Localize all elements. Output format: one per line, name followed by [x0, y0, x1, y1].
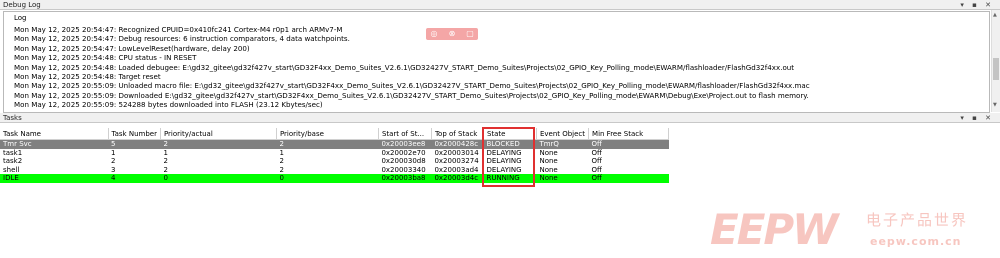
state-column-highlight: [482, 127, 535, 187]
column-header[interactable]: Event Object: [536, 128, 590, 140]
close-circle-icon[interactable]: ⊗: [446, 28, 458, 40]
table-cell: Off: [591, 157, 602, 166]
log-line: Mon May 12, 2025 20:55:09: Downloaded E:…: [14, 90, 809, 100]
column-header[interactable]: Top of Stack: [431, 128, 484, 140]
scroll-up-icon[interactable]: ▲: [993, 12, 997, 18]
tasks-title: Tasks: [3, 114, 22, 122]
tasks-window-buttons[interactable]: ▾ ▪ ✕: [960, 114, 994, 122]
square-icon[interactable]: ▢: [464, 28, 476, 40]
table-cell: 0: [160, 174, 277, 183]
table-cell: IDLE: [0, 174, 108, 183]
column-header[interactable]: Task Name: [0, 128, 109, 140]
log-output-area[interactable]: Log Mon May 12, 2025 20:54:47: Recognize…: [3, 11, 990, 113]
table-cell: 0x20003d4c: [431, 174, 484, 183]
table-cell: 4: [108, 174, 161, 183]
table-cell: Off: [588, 139, 669, 149]
log-lines: Mon May 12, 2025 20:54:47: Recognized CP…: [14, 25, 810, 110]
table-cell: task2: [3, 157, 23, 166]
table-cell: None: [539, 165, 558, 174]
table-cell: 0x20003ee8: [378, 139, 432, 149]
column-header[interactable]: Min Free Stack: [588, 128, 670, 140]
table-cell: 1: [279, 148, 284, 157]
floating-toolbar[interactable]: ◎ ⊗ ▢: [426, 28, 478, 40]
tasks-titlebar: Tasks ▾ ▪ ✕: [0, 113, 1000, 123]
table-cell: 0x20003274: [434, 157, 479, 166]
log-line: Mon May 12, 2025 20:54:48: Loaded debuge…: [14, 62, 795, 72]
table-cell: 5: [108, 139, 161, 149]
log-line: Mon May 12, 2025 20:54:47: LowLevelReset…: [14, 43, 250, 53]
watermark-brand: EEPW: [710, 205, 838, 254]
table-cell: Off: [588, 174, 669, 183]
table-cell: 0x20002e70: [381, 148, 426, 157]
table-cell: 2: [163, 165, 168, 174]
column-header[interactable]: Priority/actual: [160, 128, 277, 140]
circle-icon[interactable]: ◎: [428, 28, 440, 40]
scroll-down-icon[interactable]: ▼: [993, 102, 997, 108]
table-cell: 2: [276, 139, 379, 149]
column-header[interactable]: Priority/base: [276, 128, 379, 140]
table-cell: 0x2000428c: [431, 139, 484, 149]
table-cell: 1: [163, 148, 168, 157]
tasks-header-row: Task Name Task Number Priority/actual Prior…: [0, 128, 670, 140]
table-cell: 2: [163, 157, 168, 166]
table-cell: 2: [111, 157, 116, 166]
table-row[interactable]: shell 3 2 2 0x20003340 0x20003ad4 DELAYING None…: [0, 166, 669, 175]
table-cell: 0x20003014: [434, 148, 479, 157]
debug-log-window-buttons[interactable]: ▾ ▪ ✕: [960, 1, 994, 9]
log-line: Mon May 12, 2025 20:54:47: Debug resourc…: [14, 34, 350, 44]
log-line: Mon May 12, 2025 20:54:48: Target reset: [14, 71, 161, 81]
table-row[interactable]: Tmr Svc 5 2 2 0x20003ee8 0x2000428c BLOCKED Tmr…: [0, 139, 669, 149]
log-column-header: Log: [14, 14, 27, 22]
watermark-url: eepw.com.cn: [870, 235, 962, 248]
table-cell: 0x20003ba8: [378, 174, 432, 183]
table-cell: 0x20003340: [381, 165, 426, 174]
watermark-cn: 电子产品世界: [866, 211, 969, 229]
table-row[interactable]: task2 2 2 2 0x200030d8 0x20003274 DELAYING None…: [0, 157, 669, 166]
table-cell: None: [536, 174, 589, 183]
column-header[interactable]: Start of St...: [378, 128, 432, 140]
tasks-table: Task Name Task Number Priority/actual Prior…: [0, 128, 670, 183]
table-cell: 0x20003ad4: [434, 165, 479, 174]
table-cell: 0: [276, 174, 379, 183]
log-line: Mon May 12, 2025 20:54:48: CPU status - …: [14, 53, 197, 63]
debug-log-titlebar: Debug Log ▾ ▪ ✕: [0, 0, 1000, 10]
eepw-watermark-logo: EEPW 电子产品世界 eepw.com.cn: [710, 205, 1000, 257]
scroll-thumb[interactable]: [993, 58, 999, 80]
table-cell: Off: [591, 165, 602, 174]
log-vertical-scrollbar[interactable]: ▲ ▼: [991, 10, 1000, 112]
table-cell: 0x200030d8: [381, 157, 426, 166]
log-line: Mon May 12, 2025 20:55:09: 524288 bytes …: [14, 100, 323, 110]
table-row[interactable]: IDLE 4 0 0 0x20003ba8 0x20003d4c RUNNING None Of…: [0, 174, 669, 183]
table-cell: Tmr Svc: [0, 139, 108, 149]
table-cell: None: [539, 157, 558, 166]
debug-log-panel: Log Mon May 12, 2025 20:54:47: Recognize…: [0, 10, 1000, 113]
table-cell: shell: [3, 165, 20, 174]
column-header[interactable]: Task Number: [108, 128, 161, 140]
table-cell: TmrQ: [536, 139, 589, 149]
table-cell: 2: [279, 157, 284, 166]
table-cell: task1: [3, 148, 23, 157]
debug-log-title: Debug Log: [3, 1, 41, 9]
log-line: Mon May 12, 2025 20:54:47: Recognized CP…: [14, 25, 343, 34]
table-cell: 2: [279, 165, 284, 174]
log-line: Mon May 12, 2025 20:55:09: Unloaded macr…: [14, 81, 810, 91]
tasks-table-body: Tmr Svc 5 2 2 0x20003ee8 0x2000428c BLOCKED Tmr…: [0, 139, 669, 183]
table-cell: 3: [111, 165, 116, 174]
table-cell: 1: [111, 148, 116, 157]
table-cell: None: [539, 148, 558, 157]
table-row[interactable]: task1 1 1 1 0x20002e70 0x20003014 DELAYING None…: [0, 149, 669, 158]
table-cell: Off: [591, 148, 602, 157]
table-cell: 2: [160, 139, 277, 149]
